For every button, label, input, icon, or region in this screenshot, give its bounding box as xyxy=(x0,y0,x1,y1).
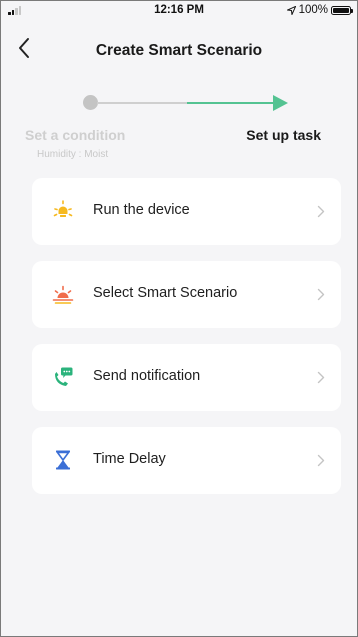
hourglass-icon xyxy=(56,450,70,470)
task-label: Send notification xyxy=(93,368,201,384)
task-card-send-notification[interactable]: Send notification xyxy=(32,344,341,411)
task-card-run-device[interactable]: Run the device xyxy=(32,178,341,245)
sunrise-icon xyxy=(52,285,74,304)
chevron-right-icon xyxy=(317,288,325,301)
task-label: Time Delay xyxy=(93,451,166,467)
task-label: Select Smart Scenario xyxy=(93,285,238,301)
nav-bar: Create Smart Scenario xyxy=(1,35,357,65)
step1-subtitle: Humidity : Moist xyxy=(37,149,109,160)
step1-label: Set a condition xyxy=(25,127,126,143)
task-card-smart-scenario[interactable]: Select Smart Scenario xyxy=(32,261,341,328)
location-arrow-icon xyxy=(286,5,296,15)
page-title: Create Smart Scenario xyxy=(95,42,263,59)
task-card-time-delay[interactable]: Time Delay xyxy=(32,427,341,494)
chevron-right-icon xyxy=(317,454,325,467)
chevron-right-icon xyxy=(317,205,325,218)
progress-stepper: Set a condition Humidity : Moist Set up … xyxy=(1,91,357,161)
phone-message-icon xyxy=(55,367,73,386)
task-label: Run the device xyxy=(93,202,190,218)
step2-arrow-icon xyxy=(273,95,288,111)
step-connector-active xyxy=(187,102,275,104)
battery-icon xyxy=(331,5,353,15)
app-screen: 12:16 PM 100% Create Smart Scenario Set … xyxy=(0,0,358,637)
chevron-right-icon xyxy=(317,371,325,384)
status-bar: 12:16 PM 100% xyxy=(1,1,357,19)
step1-dot xyxy=(83,95,98,110)
step2-label: Set up task xyxy=(246,127,321,143)
battery-percent: 100% xyxy=(298,4,328,16)
step-connector-inactive xyxy=(97,102,187,104)
lightbulb-icon xyxy=(53,200,73,217)
